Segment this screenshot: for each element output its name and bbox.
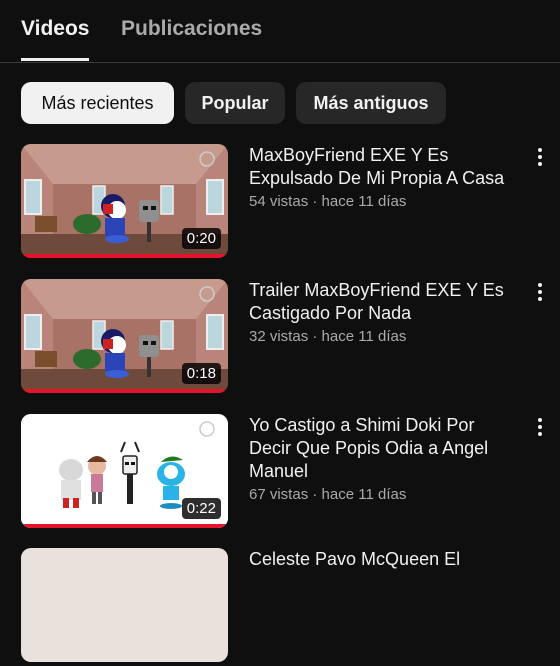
chip-mas-antiguos[interactable]: Más antiguos (296, 82, 446, 124)
video-item[interactable]: 0:22 Yo Castigo a Shimi Doki Por Decir Q… (0, 414, 560, 532)
channel-tabs: Videos Publicaciones (0, 0, 560, 63)
more-vert-icon[interactable] (533, 281, 547, 303)
video-title[interactable]: MaxBoyFriend EXE Y Es Expulsado De Mi Pr… (249, 144, 517, 190)
view-count: 67 vistas (249, 486, 309, 503)
more-vert-icon[interactable] (533, 416, 547, 438)
video-title[interactable]: Yo Castigo a Shimi Doki Por Decir Que Po… (249, 414, 517, 483)
duration-badge: 0:20 (181, 228, 221, 249)
meta-separator: · (308, 193, 322, 210)
meta-separator: · (308, 328, 322, 345)
video-thumbnail[interactable]: 0:18 (21, 279, 228, 393)
video-meta: 54 vistas · hace 11 días (249, 192, 517, 212)
duration-badge: 0:22 (181, 498, 221, 519)
video-thumbnail[interactable]: 0:20 (21, 144, 228, 258)
upload-age: hace 11 días (321, 486, 407, 503)
video-info: MaxBoyFriend EXE Y Es Expulsado De Mi Pr… (249, 144, 517, 212)
tab-publicaciones[interactable]: Publicaciones (121, 17, 262, 41)
chip-mas-recientes[interactable]: Más recientes (21, 82, 174, 124)
upload-age: hace 11 días (321, 328, 407, 345)
video-item[interactable]: 0:20 MaxBoyFriend EXE Y Es Expulsado De … (0, 144, 560, 262)
watch-progress-bar (21, 524, 228, 528)
watch-progress-bar (21, 254, 228, 258)
video-item[interactable]: 0:18 Trailer MaxBoyFriend EXE Y Es Casti… (0, 279, 560, 397)
more-vert-icon[interactable] (533, 146, 547, 168)
active-tab-indicator (21, 58, 89, 61)
duration-badge: 0:18 (181, 363, 221, 384)
watch-progress-bar (21, 389, 228, 393)
video-thumbnail[interactable] (21, 548, 228, 662)
meta-separator: · (308, 486, 322, 503)
video-meta: 32 vistas · hace 11 días (249, 327, 517, 347)
video-title[interactable]: Trailer MaxBoyFriend EXE Y Es Castigado … (249, 279, 517, 325)
video-item[interactable]: Celeste Pavo McQueen El (0, 548, 560, 666)
view-count: 54 vistas (249, 193, 309, 210)
video-meta: 67 vistas · hace 11 días (249, 485, 517, 505)
video-thumbnail[interactable]: 0:22 (21, 414, 228, 528)
tab-videos[interactable]: Videos (21, 17, 89, 41)
chip-popular[interactable]: Popular (185, 82, 285, 124)
video-info: Yo Castigo a Shimi Doki Por Decir Que Po… (249, 414, 517, 505)
view-count: 32 vistas (249, 328, 309, 345)
upload-age: hace 11 días (321, 193, 407, 210)
video-info: Trailer MaxBoyFriend EXE Y Es Castigado … (249, 279, 517, 347)
